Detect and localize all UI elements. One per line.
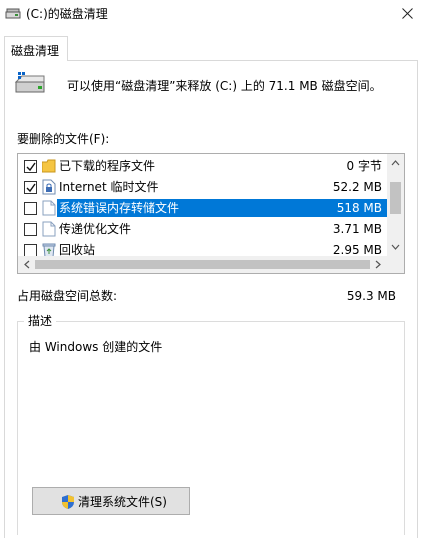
clean-system-files-button[interactable]: 清理系统文件(S): [32, 487, 190, 515]
total-space-label: 占用磁盘空间总数:: [17, 289, 118, 303]
item-size: 518 MB: [336, 201, 382, 215]
disk-cleanup-window: (C:)的磁盘清理 磁盘清理 可以使用“磁盘清理”来释放 (C:) 上的 71.…: [0, 0, 421, 538]
item-name: 已下载的程序文件: [59, 159, 156, 173]
scrollbar-thumb[interactable]: [35, 260, 370, 269]
clean-system-files-label: 清理系统文件(S): [78, 495, 167, 509]
close-icon: [402, 8, 413, 19]
close-button[interactable]: [394, 0, 421, 28]
files-to-delete-list[interactable]: 已下载的程序文件 0 字节 Internet 临时文件 52.2 MB 系统错误…: [17, 153, 405, 274]
checkbox-unchecked[interactable]: [24, 202, 37, 215]
item-name: 系统错误内存转储文件: [59, 201, 180, 215]
scrollbar-thumb[interactable]: [390, 182, 401, 214]
item-name: 传递优化文件: [59, 222, 132, 236]
files-to-delete-label: 要删除的文件(F):: [17, 132, 110, 146]
folder-icon: [42, 159, 56, 173]
checkbox-unchecked[interactable]: [24, 223, 37, 236]
item-name: Internet 临时文件: [59, 180, 159, 194]
title-bar: (C:)的磁盘清理: [0, 0, 421, 30]
total-space-value: 59.3 MB: [346, 289, 396, 303]
uac-shield-icon: [62, 495, 74, 509]
list-item[interactable]: 传递优化文件 3.71 MB: [19, 219, 388, 239]
scroll-down-arrow-icon[interactable]: [391, 244, 400, 251]
description-legend: 描述: [24, 313, 57, 329]
item-size: 0 字节: [346, 159, 382, 173]
item-size: 52.2 MB: [332, 180, 382, 194]
list-item-selected[interactable]: 系统错误内存转储文件 518 MB: [19, 198, 388, 218]
drive-cleanup-icon: [5, 8, 21, 19]
free-space-info: 可以使用“磁盘清理”来释放 (C:) 上的 71.1 MB 磁盘空间。: [67, 79, 382, 93]
scroll-up-arrow-icon[interactable]: [391, 159, 400, 166]
horizontal-scrollbar[interactable]: [18, 256, 387, 273]
lock-file-icon: [42, 179, 56, 195]
list-item[interactable]: Internet 临时文件 52.2 MB: [19, 177, 388, 197]
file-icon: [42, 200, 56, 216]
scroll-right-arrow-icon[interactable]: [375, 260, 382, 269]
file-icon: [42, 221, 56, 237]
vertical-scrollbar[interactable]: [387, 154, 404, 256]
window-title: (C:)的磁盘清理: [26, 7, 108, 21]
checkbox-checked[interactable]: [24, 160, 37, 173]
scroll-left-arrow-icon[interactable]: [23, 260, 30, 269]
tab-disk-cleanup[interactable]: 磁盘清理: [4, 36, 68, 61]
scrollbar-corner: [387, 256, 404, 273]
drive-icon: [14, 72, 45, 93]
item-size: 3.71 MB: [332, 222, 382, 236]
checkbox-checked[interactable]: [24, 181, 37, 194]
tab-label: 磁盘清理: [11, 44, 60, 58]
list-item[interactable]: 已下载的程序文件 0 字节: [19, 156, 388, 176]
description-text: 由 Windows 创建的文件: [29, 340, 163, 354]
